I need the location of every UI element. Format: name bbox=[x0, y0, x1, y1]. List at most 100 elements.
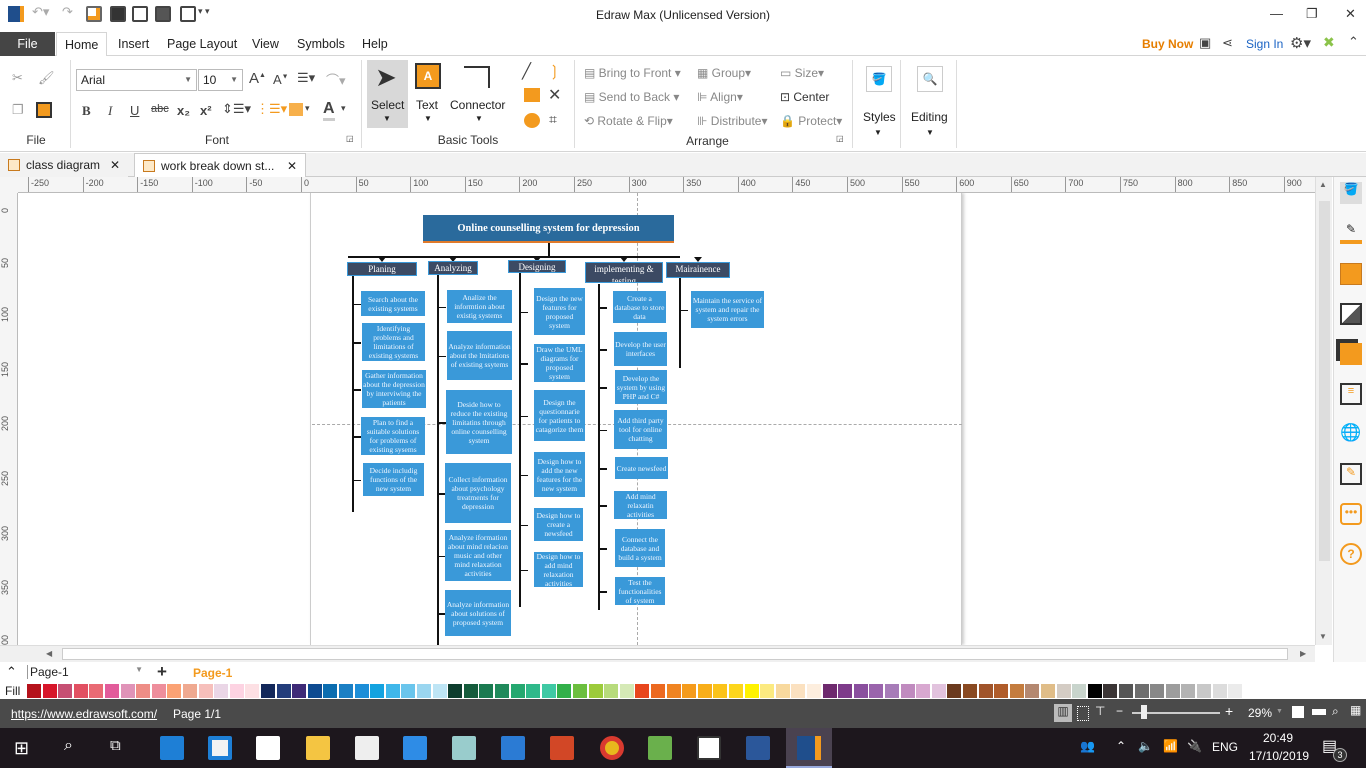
color-swatch[interactable] bbox=[27, 684, 41, 698]
color-swatch[interactable] bbox=[479, 684, 494, 698]
tab-view[interactable]: View bbox=[244, 32, 287, 56]
vertical-scroll-thumb[interactable] bbox=[1319, 201, 1330, 561]
task-box[interactable]: Identifying problems and limitations of … bbox=[362, 323, 425, 361]
bold-button[interactable]: B bbox=[82, 103, 91, 119]
phase-header[interactable]: Designing bbox=[508, 260, 566, 273]
image-icon[interactable] bbox=[1340, 303, 1362, 325]
color-swatch[interactable] bbox=[417, 684, 431, 698]
cut-icon[interactable]: ✂ bbox=[12, 70, 23, 86]
color-swatch[interactable] bbox=[245, 684, 260, 698]
fit-width-icon[interactable] bbox=[1312, 709, 1326, 715]
font-name-select[interactable]: Arial ▼ bbox=[76, 69, 197, 91]
app-icon[interactable] bbox=[452, 736, 476, 760]
color-swatch[interactable] bbox=[385, 684, 400, 698]
edraw-taskbar-button[interactable] bbox=[786, 728, 832, 768]
sign-in-link[interactable]: Sign In bbox=[1246, 37, 1283, 51]
font-color-icon[interactable]: A bbox=[323, 100, 335, 121]
task-box[interactable]: Analyze information about the lmitations… bbox=[447, 331, 512, 380]
color-swatch[interactable] bbox=[183, 684, 197, 698]
select-tool-button[interactable]: ➤ Select ▼ bbox=[367, 60, 408, 128]
phase-header[interactable]: implementing & testing bbox=[585, 262, 663, 283]
volume-icon[interactable]: 🔈 bbox=[1138, 739, 1153, 753]
font-color-dropdown[interactable]: ▾ bbox=[341, 103, 346, 114]
color-swatch[interactable] bbox=[775, 684, 790, 698]
page-select[interactable]: Page-1 ▼ bbox=[27, 665, 147, 679]
tab-page-layout[interactable]: Page Layout bbox=[159, 32, 245, 56]
task-box[interactable]: Design how to create a newsfeed bbox=[534, 508, 583, 541]
color-swatch[interactable] bbox=[136, 684, 151, 698]
distribute-button[interactable]: ⊪ Distribute▾ bbox=[697, 114, 768, 128]
zoom-selection-icon[interactable]: ⌕ bbox=[1332, 704, 1339, 719]
color-swatch[interactable] bbox=[869, 684, 884, 698]
color-swatch[interactable] bbox=[1041, 684, 1055, 698]
restore-button[interactable]: ❐ bbox=[1306, 6, 1318, 22]
color-swatch[interactable] bbox=[1165, 684, 1180, 698]
tab-home[interactable]: Home bbox=[56, 32, 108, 57]
comment-icon[interactable]: ••• bbox=[1340, 503, 1362, 525]
zoom-level[interactable]: 29% bbox=[1248, 706, 1272, 720]
fill-style-icon[interactable]: 🪣 bbox=[1340, 182, 1362, 204]
help-icon[interactable]: ? bbox=[1340, 543, 1362, 565]
zoom-dropdown-icon[interactable]: ▼ bbox=[1276, 708, 1283, 715]
color-swatch[interactable] bbox=[1134, 684, 1149, 698]
color-swatch[interactable] bbox=[120, 684, 135, 698]
add-page-icon[interactable]: + bbox=[157, 662, 167, 682]
color-swatch[interactable] bbox=[292, 684, 307, 698]
cross-tool-icon[interactable]: ✕ bbox=[548, 85, 561, 105]
task-box[interactable]: Design how to add the new features for t… bbox=[534, 452, 585, 497]
color-swatch[interactable] bbox=[1228, 684, 1243, 698]
bring-to-front-button[interactable]: ▤ Bring to Front ▾ bbox=[584, 66, 681, 80]
task-box[interactable]: Create newsfeed bbox=[615, 457, 668, 479]
doc-tab-class-diagram[interactable]: class diagram ✕ bbox=[0, 153, 128, 177]
underline-button[interactable]: U bbox=[130, 103, 139, 118]
ellipse-tool-icon[interactable] bbox=[524, 113, 540, 128]
line-tool-icon[interactable]: ╱ bbox=[522, 62, 531, 80]
file-explorer-icon[interactable] bbox=[306, 736, 330, 760]
language-indicator[interactable]: ENG bbox=[1212, 740, 1238, 754]
arc-tool-icon[interactable]: ❳ bbox=[548, 62, 561, 80]
task-box[interactable]: Design how to add mind relaxation activi… bbox=[534, 552, 583, 587]
line-spacing-icon[interactable]: ⇕☰▾ bbox=[222, 101, 251, 117]
color-swatch[interactable] bbox=[619, 684, 634, 698]
color-swatch[interactable] bbox=[697, 684, 712, 698]
color-swatch[interactable] bbox=[89, 684, 104, 698]
close-tab-icon[interactable]: ✕ bbox=[110, 153, 120, 177]
diagram-title[interactable]: Online counselling system for depression bbox=[423, 215, 674, 243]
color-swatch[interactable] bbox=[1087, 684, 1102, 698]
task-view-icon[interactable]: ⧉ bbox=[110, 737, 121, 754]
shrink-font-icon[interactable]: A▼ bbox=[273, 72, 289, 87]
task-box[interactable]: Gather information about the depression … bbox=[362, 370, 426, 408]
color-swatch[interactable] bbox=[557, 684, 572, 698]
color-swatch[interactable] bbox=[807, 684, 821, 698]
color-swatch[interactable] bbox=[588, 684, 603, 698]
color-swatch[interactable] bbox=[1119, 684, 1133, 698]
color-swatch[interactable] bbox=[1009, 684, 1024, 698]
people-icon[interactable]: 👥 bbox=[1080, 739, 1095, 753]
color-swatch[interactable] bbox=[744, 684, 759, 698]
zoom-out-button[interactable]: − bbox=[1116, 704, 1123, 718]
italic-button[interactable]: I bbox=[108, 103, 112, 119]
horizontal-scrollbar[interactable]: ◀ ▶ bbox=[0, 645, 1315, 662]
search-icon[interactable]: ⌕ bbox=[64, 737, 73, 755]
align-icon[interactable]: ☰▾ bbox=[297, 70, 315, 86]
color-swatch[interactable] bbox=[791, 684, 806, 698]
color-swatch[interactable] bbox=[1212, 684, 1227, 698]
horizontal-scroll-thumb[interactable] bbox=[62, 648, 1288, 660]
task-box[interactable]: Test the functionalities of system bbox=[615, 577, 665, 605]
color-swatch[interactable] bbox=[214, 684, 229, 698]
task-box[interactable]: Draw the UML diagrams for proposed syste… bbox=[534, 344, 585, 382]
task-box[interactable]: Develop the user interfaces bbox=[614, 332, 667, 366]
color-swatch[interactable] bbox=[401, 684, 416, 698]
group-button[interactable]: ▦ Group▾ bbox=[697, 66, 751, 80]
tab-help[interactable]: Help bbox=[354, 32, 396, 56]
color-swatch[interactable] bbox=[463, 684, 478, 698]
rotate-flip-button[interactable]: ⟲ Rotate & Flip▾ bbox=[584, 114, 673, 128]
color-swatch[interactable] bbox=[978, 684, 993, 698]
color-swatch[interactable] bbox=[495, 684, 509, 698]
format-painter-icon[interactable]: 🖌 bbox=[38, 70, 55, 86]
color-swatch[interactable] bbox=[822, 684, 837, 698]
task-box[interactable]: Analyze information about solutions of p… bbox=[445, 590, 511, 636]
styles-button[interactable]: 🪣 Styles ▼ bbox=[858, 62, 898, 142]
editing-button[interactable]: 🔍 Editing ▼ bbox=[908, 62, 952, 142]
grow-font-icon[interactable]: A▲ bbox=[249, 70, 266, 87]
